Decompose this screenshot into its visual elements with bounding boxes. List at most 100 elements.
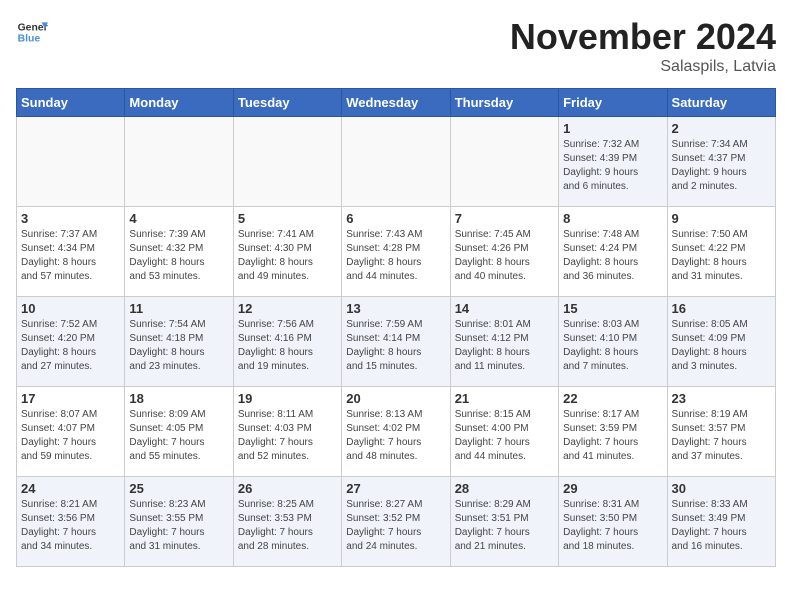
day-info: Sunrise: 8:07 AM Sunset: 4:07 PM Dayligh… xyxy=(21,408,120,464)
day-number: 10 xyxy=(21,301,120,316)
calendar-cell: 21Sunrise: 8:15 AM Sunset: 4:00 PM Dayli… xyxy=(450,387,558,477)
day-number: 1 xyxy=(563,121,662,136)
title-section: November 2024 Salaspils, Latvia xyxy=(510,16,776,76)
weekday-header: Monday xyxy=(125,89,233,117)
day-number: 20 xyxy=(346,391,445,406)
calendar-cell: 10 Sunrise: 7:52 AM Sunset: 4:20 PM Dayli… xyxy=(17,297,125,387)
day-number: 26 xyxy=(238,481,337,496)
day-info: Sunrise: 8:27 AM Sunset: 3:52 PM Dayligh… xyxy=(346,498,445,554)
day-info: Sunrise: 7:41 AM Sunset: 4:30 PM Dayligh… xyxy=(238,228,337,284)
day-number: 8 xyxy=(563,211,662,226)
calendar-cell: 1 Sunrise: 7:32 AM Sunset: 4:39 PM Daylig… xyxy=(559,117,667,207)
day-number: 7 xyxy=(455,211,554,226)
day-number: 5 xyxy=(238,211,337,226)
day-info: Sunrise: 7:45 AM Sunset: 4:26 PM Dayligh… xyxy=(455,228,554,284)
day-info: Sunrise: 8:31 AM Sunset: 3:50 PM Dayligh… xyxy=(563,498,662,554)
calendar-week-row: 17Sunrise: 8:07 AM Sunset: 4:07 PM Dayli… xyxy=(17,387,776,477)
calendar-cell: 7 Sunrise: 7:45 AM Sunset: 4:26 PM Daylig… xyxy=(450,207,558,297)
day-info: Sunrise: 8:03 AM Sunset: 4:10 PM Dayligh… xyxy=(563,318,662,374)
weekday-header: Thursday xyxy=(450,89,558,117)
day-info: Sunrise: 8:05 AM Sunset: 4:09 PM Dayligh… xyxy=(672,318,771,374)
weekday-header-row: SundayMondayTuesdayWednesdayThursdayFrid… xyxy=(17,89,776,117)
day-info: Sunrise: 8:01 AM Sunset: 4:12 PM Dayligh… xyxy=(455,318,554,374)
day-info: Sunrise: 7:48 AM Sunset: 4:24 PM Dayligh… xyxy=(563,228,662,284)
calendar-cell: 24 Sunrise: 8:21 AM Sunset: 3:56 PM Dayli… xyxy=(17,477,125,567)
calendar-week-row: 24 Sunrise: 8:21 AM Sunset: 3:56 PM Dayli… xyxy=(17,477,776,567)
day-info: Sunrise: 7:56 AM Sunset: 4:16 PM Dayligh… xyxy=(238,318,337,374)
calendar-cell: 13 Sunrise: 7:59 AM Sunset: 4:14 PM Dayli… xyxy=(342,297,450,387)
day-info: Sunrise: 7:39 AM Sunset: 4:32 PM Dayligh… xyxy=(129,228,228,284)
location-title: Salaspils, Latvia xyxy=(510,58,776,76)
day-info: Sunrise: 8:17 AM Sunset: 3:59 PM Dayligh… xyxy=(563,408,662,464)
day-info: Sunrise: 8:29 AM Sunset: 3:51 PM Dayligh… xyxy=(455,498,554,554)
svg-text:Blue: Blue xyxy=(18,34,41,45)
calendar-cell: 2 Sunrise: 7:34 AM Sunset: 4:37 PM Daylig… xyxy=(667,117,775,207)
calendar-cell: 23 Sunrise: 8:19 AM Sunset: 3:57 PM Dayli… xyxy=(667,387,775,477)
weekday-header: Sunday xyxy=(17,89,125,117)
day-number: 29 xyxy=(563,481,662,496)
day-number: 28 xyxy=(455,481,554,496)
weekday-header: Tuesday xyxy=(233,89,341,117)
day-number: 9 xyxy=(672,211,771,226)
calendar-cell: 15Sunrise: 8:03 AM Sunset: 4:10 PM Dayli… xyxy=(559,297,667,387)
day-number: 14 xyxy=(455,301,554,316)
day-info: Sunrise: 7:37 AM Sunset: 4:34 PM Dayligh… xyxy=(21,228,120,284)
day-info: Sunrise: 7:43 AM Sunset: 4:28 PM Dayligh… xyxy=(346,228,445,284)
calendar-cell xyxy=(233,117,341,207)
day-number: 2 xyxy=(672,121,771,136)
day-number: 19 xyxy=(238,391,337,406)
calendar-cell: 5 Sunrise: 7:41 AM Sunset: 4:30 PM Daylig… xyxy=(233,207,341,297)
day-number: 18 xyxy=(129,391,228,406)
day-number: 16 xyxy=(672,301,771,316)
calendar-cell: 25 Sunrise: 8:23 AM Sunset: 3:55 PM Dayli… xyxy=(125,477,233,567)
day-info: Sunrise: 7:34 AM Sunset: 4:37 PM Dayligh… xyxy=(672,138,771,194)
calendar-cell: 8 Sunrise: 7:48 AM Sunset: 4:24 PM Daylig… xyxy=(559,207,667,297)
day-number: 12 xyxy=(238,301,337,316)
calendar-cell: 9 Sunrise: 7:50 AM Sunset: 4:22 PM Daylig… xyxy=(667,207,775,297)
day-info: Sunrise: 8:33 AM Sunset: 3:49 PM Dayligh… xyxy=(672,498,771,554)
calendar-cell: 20 Sunrise: 8:13 AM Sunset: 4:02 PM Dayli… xyxy=(342,387,450,477)
logo: General Blue xyxy=(16,16,48,48)
day-number: 24 xyxy=(21,481,120,496)
day-info: Sunrise: 8:09 AM Sunset: 4:05 PM Dayligh… xyxy=(129,408,228,464)
weekday-header: Saturday xyxy=(667,89,775,117)
weekday-header: Friday xyxy=(559,89,667,117)
calendar-cell: 26 Sunrise: 8:25 AM Sunset: 3:53 PM Dayli… xyxy=(233,477,341,567)
day-info: Sunrise: 8:11 AM Sunset: 4:03 PM Dayligh… xyxy=(238,408,337,464)
page-header: General Blue November 2024 Salaspils, La… xyxy=(16,16,776,76)
calendar-cell: 14 Sunrise: 8:01 AM Sunset: 4:12 PM Dayli… xyxy=(450,297,558,387)
day-number: 22 xyxy=(563,391,662,406)
day-number: 23 xyxy=(672,391,771,406)
calendar-cell: 29 Sunrise: 8:31 AM Sunset: 3:50 PM Dayli… xyxy=(559,477,667,567)
day-info: Sunrise: 8:13 AM Sunset: 4:02 PM Dayligh… xyxy=(346,408,445,464)
calendar-cell: 6 Sunrise: 7:43 AM Sunset: 4:28 PM Daylig… xyxy=(342,207,450,297)
day-number: 11 xyxy=(129,301,228,316)
calendar-cell: 17Sunrise: 8:07 AM Sunset: 4:07 PM Dayli… xyxy=(17,387,125,477)
day-number: 4 xyxy=(129,211,228,226)
calendar-cell xyxy=(342,117,450,207)
day-info: Sunrise: 7:32 AM Sunset: 4:39 PM Dayligh… xyxy=(563,138,662,194)
day-info: Sunrise: 7:54 AM Sunset: 4:18 PM Dayligh… xyxy=(129,318,228,374)
day-info: Sunrise: 8:23 AM Sunset: 3:55 PM Dayligh… xyxy=(129,498,228,554)
day-number: 13 xyxy=(346,301,445,316)
day-number: 6 xyxy=(346,211,445,226)
day-number: 25 xyxy=(129,481,228,496)
day-info: Sunrise: 8:25 AM Sunset: 3:53 PM Dayligh… xyxy=(238,498,337,554)
calendar-cell xyxy=(17,117,125,207)
day-info: Sunrise: 8:15 AM Sunset: 4:00 PM Dayligh… xyxy=(455,408,554,464)
day-info: Sunrise: 8:19 AM Sunset: 3:57 PM Dayligh… xyxy=(672,408,771,464)
logo-icon: General Blue xyxy=(16,16,48,48)
calendar-cell xyxy=(450,117,558,207)
calendar-cell: 12 Sunrise: 7:56 AM Sunset: 4:16 PM Dayli… xyxy=(233,297,341,387)
calendar-cell: 11 Sunrise: 7:54 AM Sunset: 4:18 PM Dayli… xyxy=(125,297,233,387)
day-number: 3 xyxy=(21,211,120,226)
day-info: Sunrise: 7:50 AM Sunset: 4:22 PM Dayligh… xyxy=(672,228,771,284)
day-info: Sunrise: 8:21 AM Sunset: 3:56 PM Dayligh… xyxy=(21,498,120,554)
day-info: Sunrise: 7:59 AM Sunset: 4:14 PM Dayligh… xyxy=(346,318,445,374)
day-number: 27 xyxy=(346,481,445,496)
calendar-cell: 16 Sunrise: 8:05 AM Sunset: 4:09 PM Dayli… xyxy=(667,297,775,387)
day-info: Sunrise: 7:52 AM Sunset: 4:20 PM Dayligh… xyxy=(21,318,120,374)
calendar-cell xyxy=(125,117,233,207)
calendar-cell: 30Sunrise: 8:33 AM Sunset: 3:49 PM Dayli… xyxy=(667,477,775,567)
calendar-cell: 27 Sunrise: 8:27 AM Sunset: 3:52 PM Dayli… xyxy=(342,477,450,567)
